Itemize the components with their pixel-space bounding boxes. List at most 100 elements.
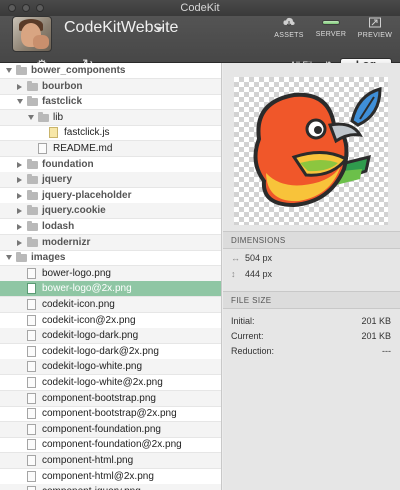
server-label: SERVER [315, 31, 347, 38]
tree-folder-row[interactable]: images [0, 250, 221, 267]
tree-file-row[interactable]: component-html.png [0, 453, 221, 469]
disclosure-closed-icon[interactable] [17, 224, 22, 230]
tree-folder-row[interactable]: modernizr [0, 234, 221, 251]
tree-item-label: bourbon [42, 80, 83, 92]
file-icon [27, 392, 36, 404]
tree-item-label: component-foundation.png [42, 423, 161, 435]
disclosure-closed-icon[interactable] [17, 177, 22, 184]
file-icon [27, 470, 36, 482]
tree-item-label: bower-logo@2x.png [42, 283, 132, 295]
project-menu-chevron-down-icon[interactable] [155, 27, 163, 32]
file-icon [27, 439, 36, 451]
tree-folder-row[interactable]: lodash [0, 219, 221, 235]
tree-item-label: bower_components [31, 65, 126, 76]
tree-file-row[interactable]: codekit-logo-white.png [0, 359, 221, 376]
folder-icon [16, 65, 27, 75]
tree-file-row[interactable]: codekit-logo-white@2x.png [0, 375, 221, 391]
image-preview [234, 77, 388, 225]
disclosure-open-icon[interactable] [28, 114, 34, 120]
tree-folder-row[interactable]: jquery-placeholder [0, 188, 221, 204]
tree-item-label: codekit-logo-white.png [42, 361, 143, 373]
tree-item-label: component-bootstrap@2x.png [42, 408, 177, 420]
tree-item-label: component-html@2x.png [42, 470, 154, 482]
initial-size-value: 201 KB [361, 316, 391, 326]
tree-file-row[interactable]: component-jquery.png [0, 484, 221, 490]
file-icon [27, 283, 36, 295]
tree-file-row[interactable]: component-html@2x.png [0, 469, 221, 485]
file-icon [27, 267, 36, 279]
file-icon [27, 423, 36, 435]
tree-folder-row[interactable]: lib [0, 109, 221, 126]
folder-icon [27, 174, 38, 185]
tree-item-label: modernizr [42, 236, 91, 248]
disclosure-closed-icon[interactable] [17, 208, 22, 215]
tree-folder-row[interactable]: foundation [0, 157, 221, 173]
disclosure-open-icon[interactable] [6, 255, 12, 261]
tree-file-row[interactable]: fastclick.js [0, 125, 221, 142]
width-row: ↔ 504 px [231, 253, 272, 263]
disclosure-closed-icon[interactable] [17, 161, 22, 168]
tree-folder-row[interactable]: bower_components [0, 63, 221, 79]
folder-icon [27, 221, 38, 231]
inspector-panel: DIMENSIONS ↔ 504 px ↕ 444 px FILE SIZE Ini… [223, 63, 400, 490]
disclosure-closed-icon[interactable] [17, 83, 22, 90]
height-arrows-icon: ↕ [231, 269, 236, 279]
width-arrows-icon: ↔ [231, 253, 240, 263]
tree-folder-row[interactable]: jquery.cookie [0, 203, 221, 220]
tree-folder-row[interactable]: bourbon [0, 78, 221, 95]
tree-file-row[interactable]: codekit-icon.png [0, 297, 221, 313]
tree-file-row[interactable]: bower-logo.png [0, 265, 221, 282]
tree-folder-row[interactable]: fastclick [0, 94, 221, 111]
height-row: ↕ 444 px [231, 269, 272, 279]
current-size-value: 201 KB [361, 331, 391, 341]
tree-item-label: codekit-logo-white@2x.png [42, 377, 163, 388]
folder-icon [27, 236, 38, 247]
tree-item-label: images [31, 252, 66, 264]
reduction-row: Reduction: --- [231, 346, 391, 356]
window-titlebar: CodeKit [0, 0, 400, 16]
file-icon [27, 314, 36, 326]
tree-item-label: codekit-logo-dark@2x.png [42, 345, 159, 357]
file-icon [27, 377, 36, 388]
tree-item-label: lodash [42, 221, 75, 232]
folder-icon [27, 158, 38, 169]
tree-item-label: codekit-icon@2x.png [42, 314, 136, 326]
file-icon [27, 408, 36, 420]
disclosure-open-icon[interactable] [17, 99, 23, 105]
folder-icon [16, 252, 27, 263]
tree-file-row[interactable]: codekit-logo-dark.png [0, 328, 221, 345]
file-icon [27, 361, 36, 373]
tree-file-row[interactable]: README.md [0, 141, 221, 157]
tree-item-label: component-html.png [42, 455, 134, 466]
server-button[interactable]: SERVER [310, 16, 352, 46]
folder-icon [27, 189, 38, 200]
tree-file-row[interactable]: component-bootstrap@2x.png [0, 406, 221, 423]
tree-file-row[interactable]: component-foundation@2x.png [0, 437, 221, 454]
assets-button[interactable]: ASSETS [268, 16, 310, 46]
folder-icon [27, 96, 38, 107]
tree-file-row[interactable]: codekit-logo-dark@2x.png [0, 344, 221, 360]
disclosure-open-icon[interactable] [6, 68, 12, 73]
preview-window-icon [354, 17, 396, 29]
tree-file-row[interactable]: codekit-icon@2x.png [0, 313, 221, 329]
current-size-label: Current: [231, 331, 264, 341]
project-thumbnail[interactable] [12, 16, 52, 52]
disclosure-closed-icon[interactable] [17, 239, 22, 246]
tree-item-label: bower-logo.png [42, 267, 111, 279]
tree-item-label: jquery-placeholder [42, 189, 132, 201]
tree-file-row[interactable]: component-foundation.png [0, 421, 221, 438]
tree-item-label: jquery.cookie [42, 205, 106, 217]
preview-button[interactable]: PREVIEW [354, 16, 396, 46]
disclosure-closed-icon[interactable] [17, 192, 22, 199]
tree-item-label: component-jquery.png [42, 486, 141, 490]
cloud-download-icon [268, 17, 310, 29]
tree-file-row[interactable]: bower-logo@2x.png [0, 281, 221, 298]
window-title: CodeKit [180, 2, 220, 14]
tree-item-label: codekit-logo-dark.png [42, 330, 139, 342]
tree-folder-row[interactable]: jquery [0, 172, 221, 189]
file-size-section-header: FILE SIZE [223, 291, 400, 309]
file-tree[interactable]: bower_componentsbourbon fastclick lib fastc… [0, 63, 222, 490]
reduction-value: --- [382, 346, 391, 356]
width-value: 504 px [245, 253, 273, 263]
tree-file-row[interactable]: component-bootstrap.png [0, 390, 221, 407]
